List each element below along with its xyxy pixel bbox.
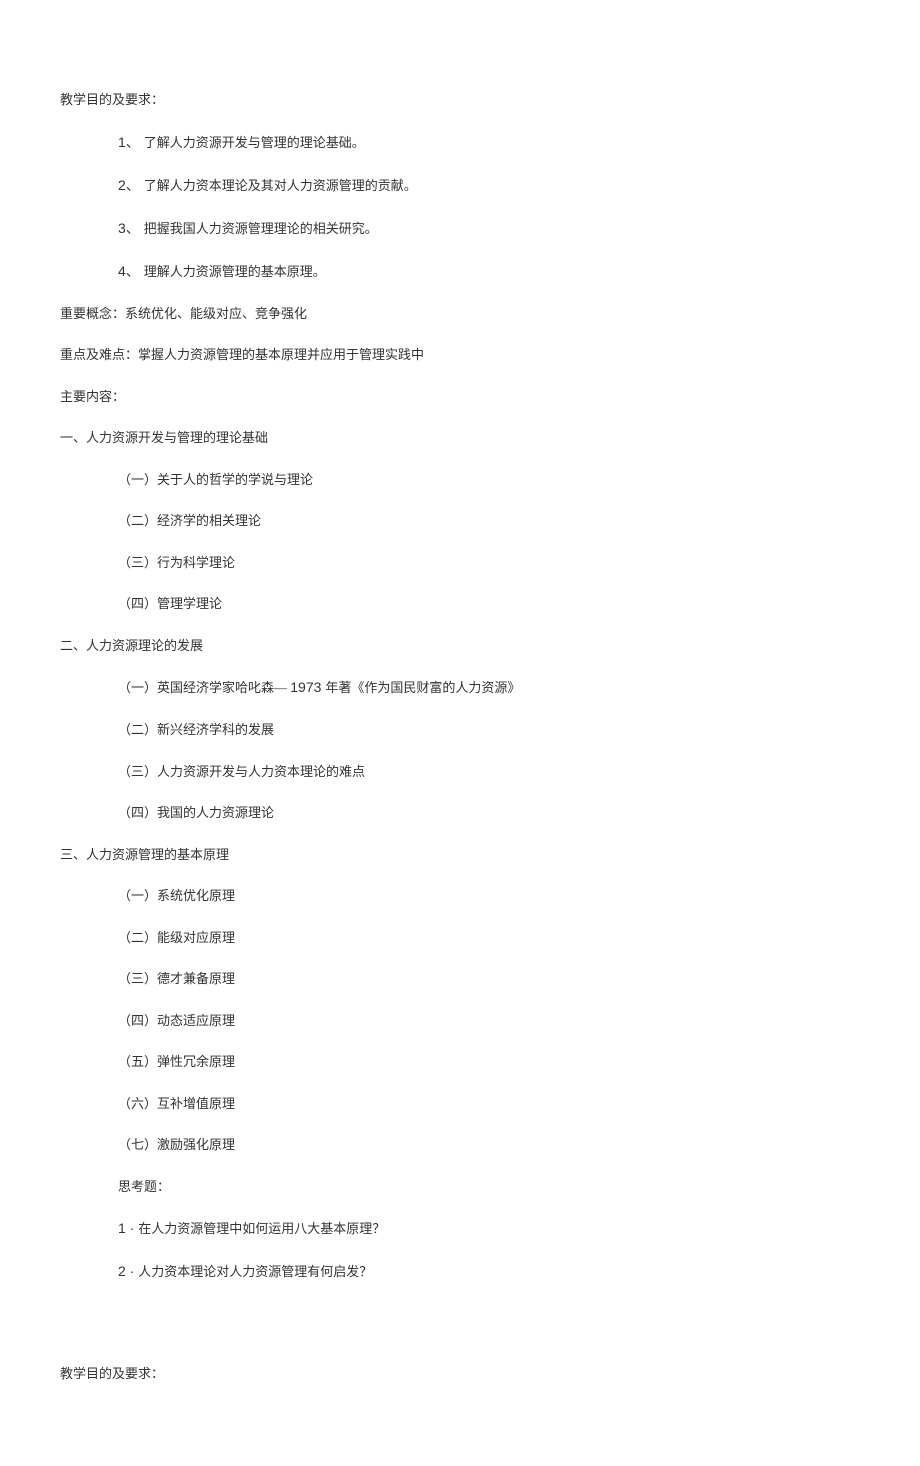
section2-objectives-title: 教学目的及要求： xyxy=(60,1364,860,1384)
main-content-label: 主要内容： xyxy=(60,387,860,407)
objective-num: 4、 xyxy=(118,263,144,279)
part3-item: （一）系统优化原理 xyxy=(60,886,860,906)
concepts-text: 系统优化、能级对应、竞争强化 xyxy=(125,306,307,321)
objective-item: 3、 把握我国人力资源管理理论的相关研究。 xyxy=(60,218,860,239)
objective-num: 3、 xyxy=(118,220,144,236)
question-text: 在人力资源管理中如何运用八大基本原理？ xyxy=(138,1221,385,1236)
section-objectives-title: 教学目的及要求： xyxy=(60,90,860,110)
concepts-line: 重要概念：系统优化、能级对应、竞争强化 xyxy=(60,304,860,324)
part2-item1-year: 1973 xyxy=(290,679,325,695)
objective-item: 2、 了解人力资本理论及其对人力资源管理的贡献。 xyxy=(60,175,860,196)
part2-item: （三）人力资源开发与人力资本理论的难点 xyxy=(60,762,860,782)
focus-label: 重点及难点： xyxy=(60,347,138,362)
question-text: 人力资本理论对人力资源管理有何启发？ xyxy=(138,1264,372,1279)
part2-item1-post: 年著《作为国民财富的人力资源》 xyxy=(325,680,520,695)
part2-item: （一）英国经济学家哈叱森— 1973 年著《作为国民财富的人力资源》 xyxy=(60,677,860,698)
question-num: 1 · xyxy=(118,1220,138,1236)
part1-item: （四）管理学理论 xyxy=(60,594,860,614)
part3-item: （三）德才兼备原理 xyxy=(60,969,860,989)
part1-item: （一）关于人的哲学的学说与理论 xyxy=(60,470,860,490)
part1-item: （二）经济学的相关理论 xyxy=(60,511,860,531)
objective-num: 1、 xyxy=(118,134,144,150)
focus-line: 重点及难点：掌握人力资源管理的基本原理并应用于管理实践中 xyxy=(60,345,860,365)
objective-text: 理解人力资源管理的基本原理。 xyxy=(144,264,326,279)
focus-text: 掌握人力资源管理的基本原理并应用于管理实践中 xyxy=(138,347,424,362)
part2-item1-pre: （一）英国经济学家哈叱森— xyxy=(118,680,290,695)
questions-label: 思考题： xyxy=(60,1177,860,1197)
part1-title: 一、人力资源开发与管理的理论基础 xyxy=(60,428,860,448)
part2-item: （四）我国的人力资源理论 xyxy=(60,803,860,823)
objective-num: 2、 xyxy=(118,177,144,193)
objective-text: 把握我国人力资源管理理论的相关研究。 xyxy=(144,221,378,236)
part2-item: （二）新兴经济学科的发展 xyxy=(60,720,860,740)
objective-text: 了解人力资本理论及其对人力资源管理的贡献。 xyxy=(144,178,417,193)
spacer xyxy=(60,1304,860,1364)
part3-item: （四）动态适应原理 xyxy=(60,1011,860,1031)
part3-item: （五）弹性冗余原理 xyxy=(60,1052,860,1072)
part3-item: （二）能级对应原理 xyxy=(60,928,860,948)
question-item: 2 · 人力资本理论对人力资源管理有何启发？ xyxy=(60,1261,860,1282)
part3-item: （六）互补增值原理 xyxy=(60,1094,860,1114)
part3-item: （七）激励强化原理 xyxy=(60,1135,860,1155)
concepts-label: 重要概念： xyxy=(60,306,125,321)
objective-item: 1、 了解人力资源开发与管理的理论基础。 xyxy=(60,132,860,153)
question-item: 1 · 在人力资源管理中如何运用八大基本原理？ xyxy=(60,1218,860,1239)
part3-title: 三、人力资源管理的基本原理 xyxy=(60,845,860,865)
objective-text: 了解人力资源开发与管理的理论基础。 xyxy=(144,135,365,150)
part1-item: （三）行为科学理论 xyxy=(60,553,860,573)
question-num: 2 · xyxy=(118,1263,138,1279)
objective-item: 4、 理解人力资源管理的基本原理。 xyxy=(60,261,860,282)
part2-title: 二、人力资源理论的发展 xyxy=(60,636,860,656)
